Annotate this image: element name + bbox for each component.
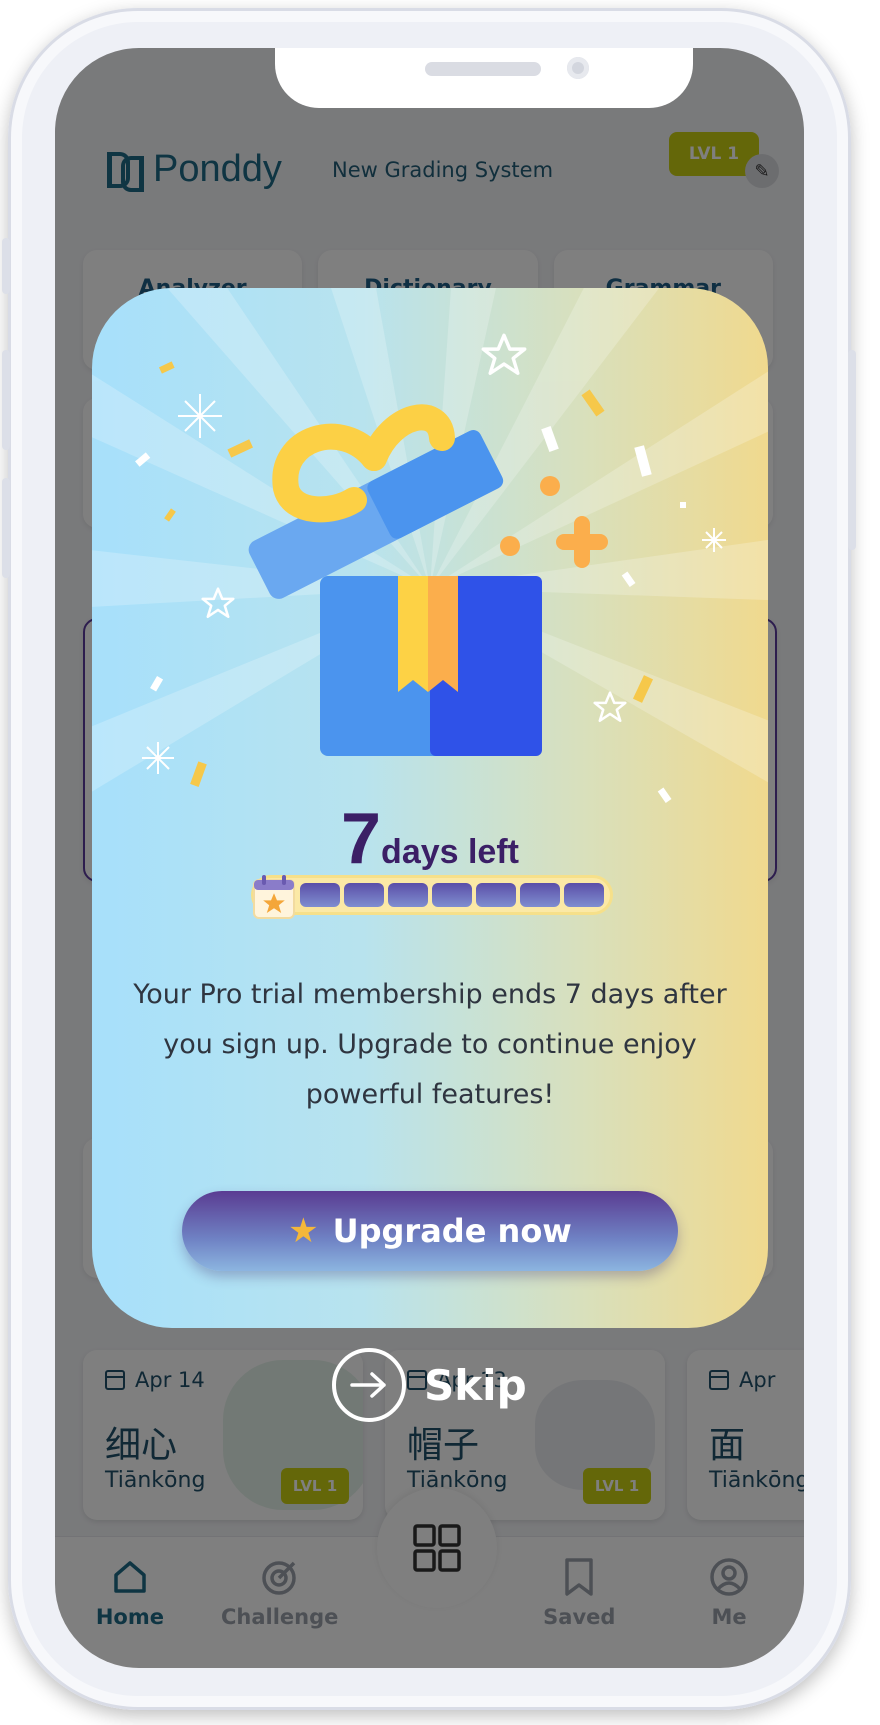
days-left-label: days left [381,833,519,871]
progress-segment [520,883,560,907]
speaker [425,62,541,76]
phone-side-button [2,350,10,450]
arrow-right-circle-icon [332,1348,406,1422]
trial-message: Your Pro trial membership ends 7 days af… [133,979,727,1110]
trial-modal: 7days left Your Pro trial membership end… [92,288,768,1328]
upgrade-button-label: Upgrade now [332,1212,572,1250]
days-left-number: 7 [341,799,381,879]
phone-side-button [2,478,10,578]
progress-segment [476,883,516,907]
phone-side-button [848,350,856,550]
skip-label: Skip [424,1360,527,1410]
calendar-star-icon [253,875,295,919]
star-icon: ★ [288,1211,319,1251]
progress-segment [432,883,472,907]
progress-segment [300,883,340,907]
front-camera [567,57,589,79]
days-left-heading: 7days left [92,798,768,880]
notch [275,48,693,108]
phone-side-button [2,238,10,294]
upgrade-button[interactable]: ★ Upgrade now [182,1191,678,1271]
progress-segment [388,883,428,907]
trial-progress-bar [254,878,610,912]
progress-segment [344,883,384,907]
progress-segment [564,883,604,907]
skip-button[interactable]: Skip [332,1348,527,1422]
